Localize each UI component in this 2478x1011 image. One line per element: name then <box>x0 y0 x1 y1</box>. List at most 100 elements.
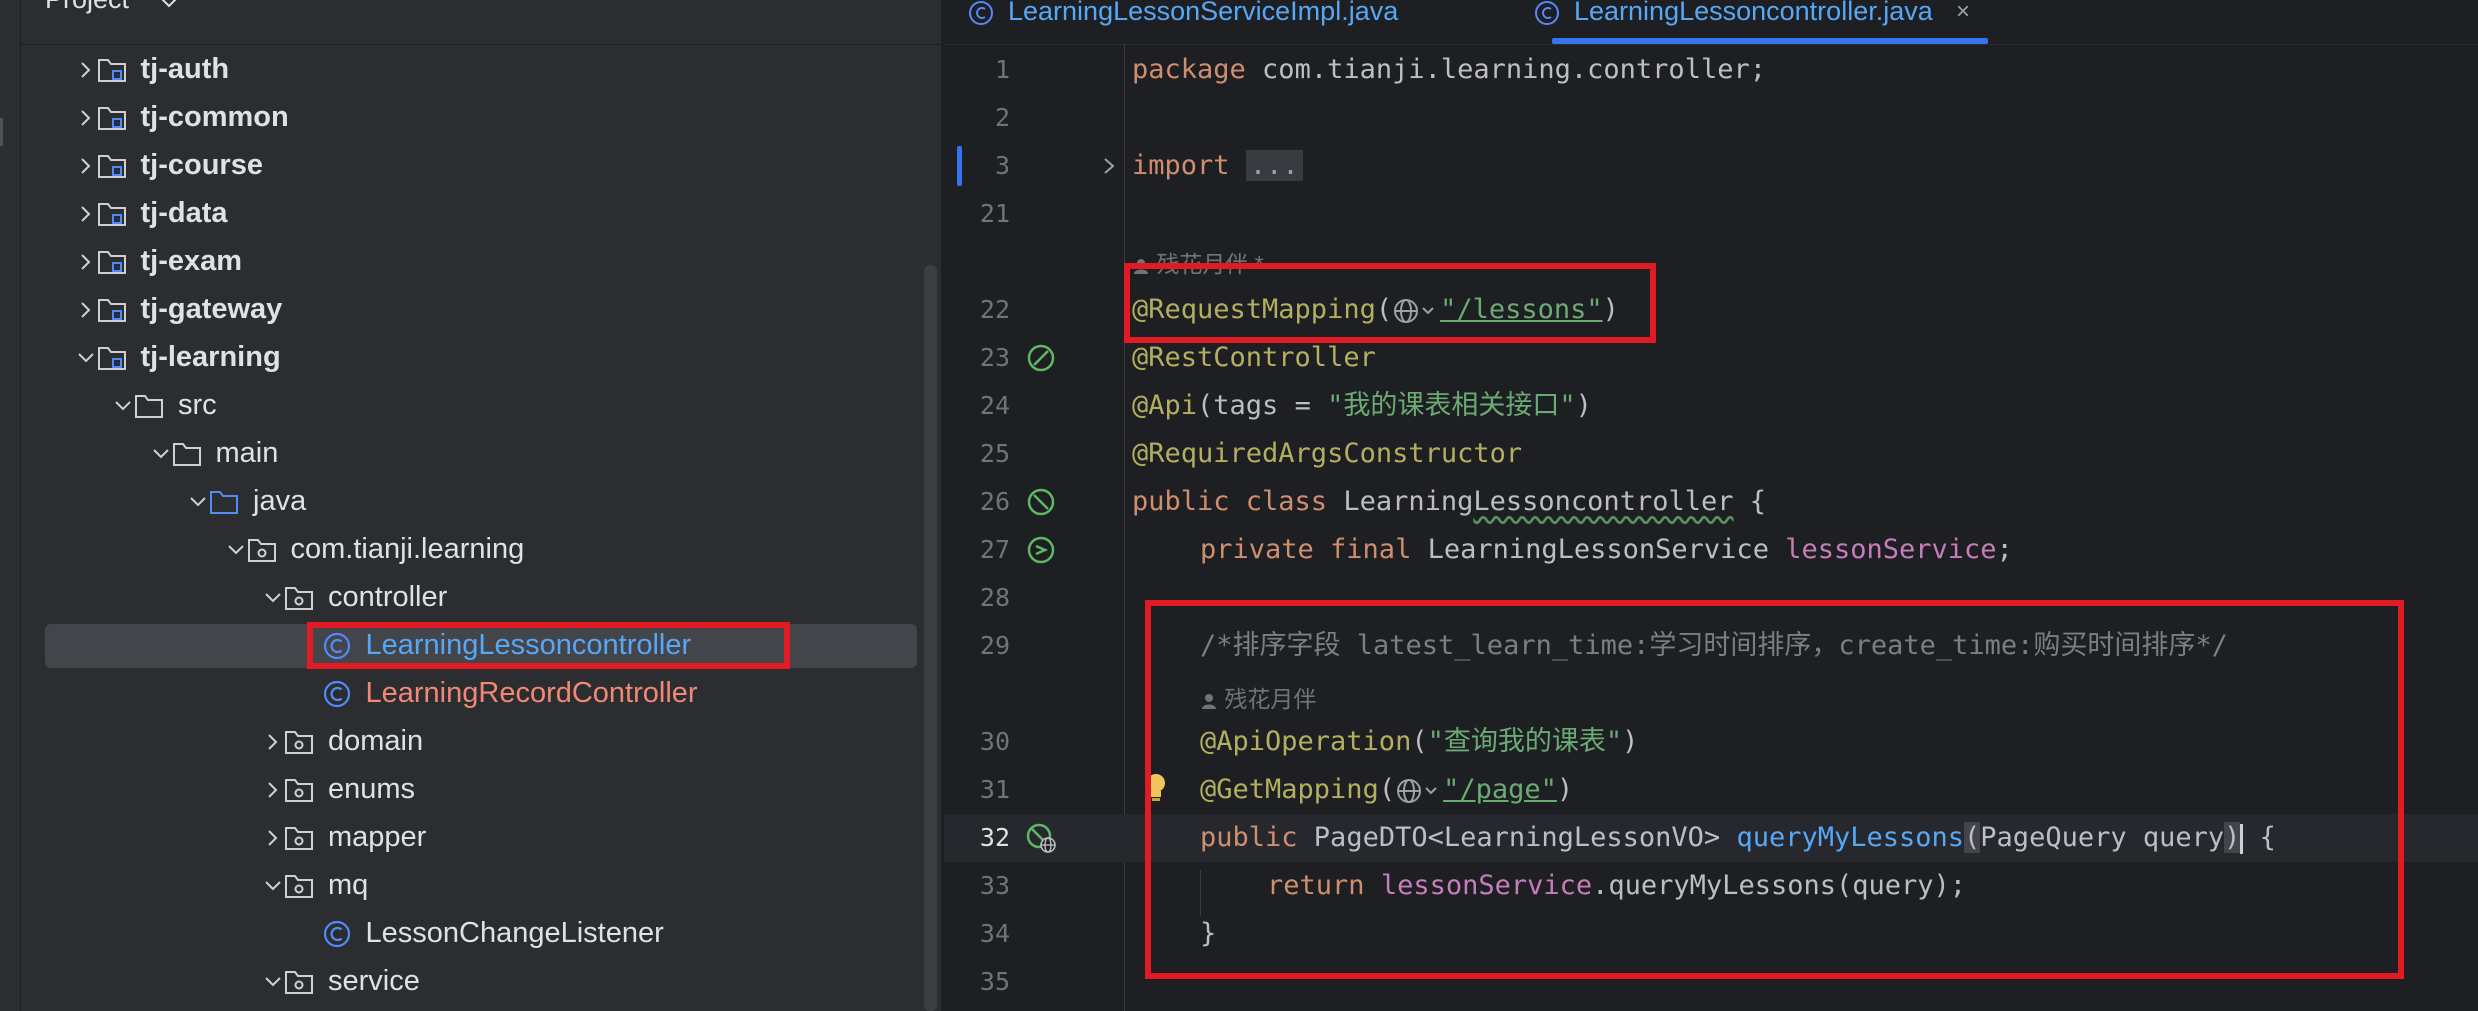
tree-item[interactable]: tj-auth <box>21 46 921 94</box>
chevron-right-icon[interactable] <box>77 61 95 79</box>
tree-item-label: tj-exam <box>140 245 243 277</box>
code-line[interactable]: 3 import ... <box>944 142 2478 190</box>
chevron-right-icon[interactable] <box>77 205 95 223</box>
module-folder-icon <box>97 347 126 370</box>
line-number: 1 <box>994 55 1010 84</box>
tree-item[interactable]: service <box>21 958 921 1006</box>
tree-item[interactable]: mapper <box>21 814 921 862</box>
code-text: public class LearningLessoncontroller { <box>1132 486 1766 517</box>
package-icon <box>285 587 313 610</box>
code-text: @RequiredArgsConstructor <box>1132 438 1523 469</box>
source-folder-icon <box>210 491 238 514</box>
code-line[interactable]: 21 <box>944 190 2478 238</box>
chevron-right-icon[interactable] <box>77 301 95 319</box>
tree-item-label: tj-data <box>140 197 228 229</box>
ide-window: Project tj-auth tj-common tj-course tj-data… <box>0 0 2478 1011</box>
tree-item[interactable]: mq <box>21 862 921 910</box>
tree-item-label: LearningRecordController <box>365 677 698 709</box>
tree-item-label: domain <box>328 725 424 757</box>
tree-item-label: mq <box>328 869 369 901</box>
line-number: 24 <box>979 391 1010 420</box>
chevron-right-icon[interactable] <box>264 781 282 799</box>
tab-label: LearningLessoncontroller.java <box>1574 0 1933 26</box>
tree-item-label: com.tianji.learning <box>290 533 525 565</box>
tree-item[interactable]: src <box>21 382 921 430</box>
tree-item[interactable]: java <box>21 478 921 526</box>
module-folder-icon <box>97 59 126 82</box>
chevron-right-icon[interactable] <box>264 829 282 847</box>
package-icon <box>285 731 313 754</box>
spring-bean-icon[interactable] <box>1026 343 1056 373</box>
close-icon[interactable]: × <box>1956 0 1970 26</box>
tree-item[interactable]: tj-data <box>21 190 921 238</box>
line-number: 27 <box>979 535 1010 564</box>
line-number: 25 <box>979 439 1010 468</box>
tree-item[interactable]: domain <box>21 718 921 766</box>
chevron-down-icon[interactable] <box>264 973 282 991</box>
tree-item-label: main <box>215 437 279 469</box>
class-icon <box>969 1 993 25</box>
chevron-down-icon[interactable] <box>159 0 179 10</box>
tree-item-label: service <box>328 965 420 997</box>
code-line[interactable]: 2 <box>944 94 2478 142</box>
tree-item[interactable]: LessonChangeListener <box>21 910 921 958</box>
chevron-down-icon[interactable] <box>114 397 132 415</box>
tree-item[interactable]: tj-learning <box>21 334 921 382</box>
code-line[interactable]: 1 package com.tianji.learning.controller… <box>944 46 2478 94</box>
code-text: private final LearningLessonService less… <box>1200 534 2013 565</box>
autowired-bean-icon[interactable] <box>1026 535 1056 565</box>
chevron-down-icon[interactable] <box>227 541 245 559</box>
code-text: @RestController <box>1132 342 1376 373</box>
line-number: 31 <box>979 775 1010 804</box>
line-number: 28 <box>979 583 1010 612</box>
request-mapping-icon[interactable] <box>1026 823 1056 853</box>
spring-bean-icon[interactable] <box>1026 487 1056 517</box>
class-icon <box>323 920 350 948</box>
chevron-down-icon[interactable] <box>264 589 282 607</box>
chevron-down-icon[interactable] <box>77 349 95 367</box>
tree-item[interactable]: tj-gateway <box>21 286 921 334</box>
folded-imports[interactable]: ... <box>1245 150 1303 181</box>
project-panel-header: Project <box>21 0 941 45</box>
line-number: 23 <box>979 343 1010 372</box>
tree-item[interactable]: com.tianji.learning <box>21 526 921 574</box>
line-number: 33 <box>979 871 1010 900</box>
project-scrollbar[interactable] <box>924 265 937 1011</box>
code-line[interactable]: 26 public class LearningLessoncontroller… <box>944 478 2478 526</box>
chevron-right-icon[interactable] <box>77 253 95 271</box>
tree-item-label: enums <box>328 773 416 805</box>
tree-item[interactable]: tj-exam <box>21 238 921 286</box>
tree-item[interactable]: tj-course <box>21 142 921 190</box>
tree-item-label: java <box>253 485 307 517</box>
project-panel-title[interactable]: Project <box>45 0 129 15</box>
module-folder-icon <box>97 155 126 178</box>
line-number: 34 <box>979 919 1010 948</box>
module-folder-icon <box>97 107 126 130</box>
tool-strip-marker <box>0 118 3 146</box>
chevron-down-icon[interactable] <box>264 877 282 895</box>
line-number: 3 <box>994 151 1010 180</box>
tree-item-label: tj-gateway <box>140 293 283 325</box>
module-folder-icon <box>97 251 126 274</box>
chevron-right-icon[interactable] <box>264 733 282 751</box>
package-icon <box>285 779 313 802</box>
chevron-down-icon[interactable] <box>152 445 170 463</box>
folder-icon <box>172 443 201 466</box>
tree-item[interactable]: tj-common <box>21 94 921 142</box>
code-line[interactable]: 27 private final LearningLessonService l… <box>944 526 2478 574</box>
tree-item-label: tj-common <box>140 101 289 133</box>
line-number: 26 <box>979 487 1010 516</box>
tree-item[interactable]: LearningRecordController <box>21 670 921 718</box>
class-icon <box>323 680 350 708</box>
tree-item[interactable]: controller <box>21 574 921 622</box>
chevron-right-icon[interactable] <box>77 109 95 127</box>
code-line[interactable]: 24 @Api(tags = "我的课表相关接口") <box>944 382 2478 430</box>
chevron-right-icon[interactable] <box>77 157 95 175</box>
class-icon <box>1535 1 1559 25</box>
tree-item[interactable]: enums <box>21 766 921 814</box>
editor-tab-bar: LearningLessonServiceImpl.java LearningL… <box>944 0 2478 45</box>
tree-item[interactable]: main <box>21 430 921 478</box>
tree-item-label: tj-course <box>140 149 263 181</box>
code-line[interactable]: 25 @RequiredArgsConstructor <box>944 430 2478 478</box>
chevron-down-icon[interactable] <box>189 493 207 511</box>
